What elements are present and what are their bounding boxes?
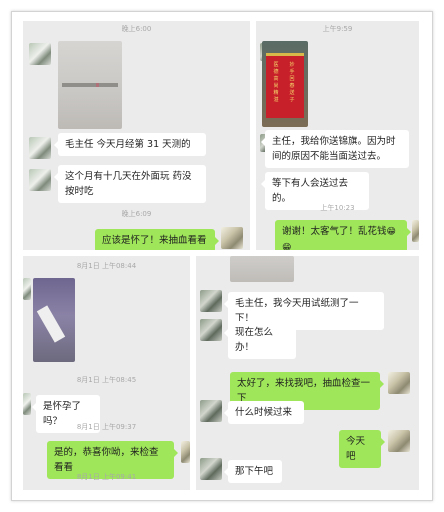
- message-bubble-sent[interactable]: 谢谢！太客气了！乱花钱😁😁: [275, 220, 411, 250]
- chat-panel-4: 毛主任，我今天用试纸测了一下！ 现在怎么办！ 太好了，来找我吧，抽血检查一下 什…: [196, 256, 419, 490]
- banner-text-left: 医德高尚精湛: [273, 62, 279, 103]
- message-bubble[interactable]: 主任，我给你送锦旗。因为时间的原因不能当面送过去。: [261, 130, 409, 168]
- test-strip-line: [96, 83, 99, 87]
- contact-avatar[interactable]: [23, 278, 31, 300]
- message-bubble[interactable]: 毛主任 今天月经第 31 天测的: [54, 133, 206, 156]
- contact-avatar[interactable]: [23, 393, 31, 415]
- contact-avatar[interactable]: [29, 43, 51, 65]
- reply-text: 谢谢！太客气了！乱花钱: [282, 226, 387, 237]
- timestamp: 8月1日 上午08:44: [76, 262, 137, 270]
- timestamp: 上午10:23: [320, 204, 355, 212]
- chat-panel-2: 上午9:59 医德高尚精湛 妙手回春送子 主任，我给你送锦旗。因为时间的原因不能…: [256, 21, 419, 250]
- message-bubble[interactable]: 什么时候过来: [224, 401, 304, 424]
- timestamp: 8月1日 上午08:45: [76, 376, 137, 384]
- silk-banner: 医德高尚精湛 妙手回春送子: [266, 53, 304, 118]
- message-bubble[interactable]: 现在怎么办！: [224, 321, 296, 359]
- message-bubble-sent[interactable]: 今天吧: [339, 430, 385, 468]
- my-avatar[interactable]: [221, 227, 243, 249]
- timestamp: 8月1日 上午09:41: [76, 473, 137, 481]
- test-strip: [62, 83, 118, 87]
- banner-text-right: 妙手回春送子: [289, 62, 295, 103]
- contact-avatar[interactable]: [200, 319, 222, 341]
- timestamp: 晚上6:00: [121, 25, 152, 33]
- my-avatar[interactable]: [388, 372, 410, 394]
- contact-avatar[interactable]: [200, 400, 222, 422]
- test-strip-photo[interactable]: [58, 41, 122, 129]
- timestamp: 8月1日 上午09:37: [76, 423, 137, 431]
- test-strip: [36, 305, 66, 343]
- chat-panel-1: 晚上6:00 毛主任 今天月经第 31 天测的 这个月有十几天在外面玩 药没按时…: [23, 21, 250, 250]
- timestamp: 晚上6:09: [121, 210, 152, 218]
- message-bubble[interactable]: 这个月有十几天在外面玩 药没按时吃: [54, 165, 206, 203]
- message-bubble-sent[interactable]: 应该是怀了！来抽血看看: [95, 229, 219, 250]
- contact-avatar[interactable]: [29, 169, 51, 191]
- my-avatar[interactable]: [181, 441, 190, 463]
- my-avatar[interactable]: [388, 430, 410, 452]
- previous-image-preview: [230, 256, 294, 282]
- contact-avatar[interactable]: [200, 290, 222, 312]
- contact-avatar[interactable]: [200, 458, 222, 480]
- test-strip-photo[interactable]: [33, 278, 75, 362]
- silk-banner-photo[interactable]: 医德高尚精湛 妙手回春送子: [262, 41, 308, 127]
- contact-avatar[interactable]: [29, 137, 51, 159]
- chat-panel-3: 8月1日 上午08:44 8月1日 上午08:45 是怀孕了吗？ 8月1日 上午…: [23, 256, 190, 490]
- timestamp: 上午9:59: [322, 25, 353, 33]
- my-avatar[interactable]: [412, 220, 419, 242]
- message-bubble[interactable]: 那下午吧: [224, 460, 282, 483]
